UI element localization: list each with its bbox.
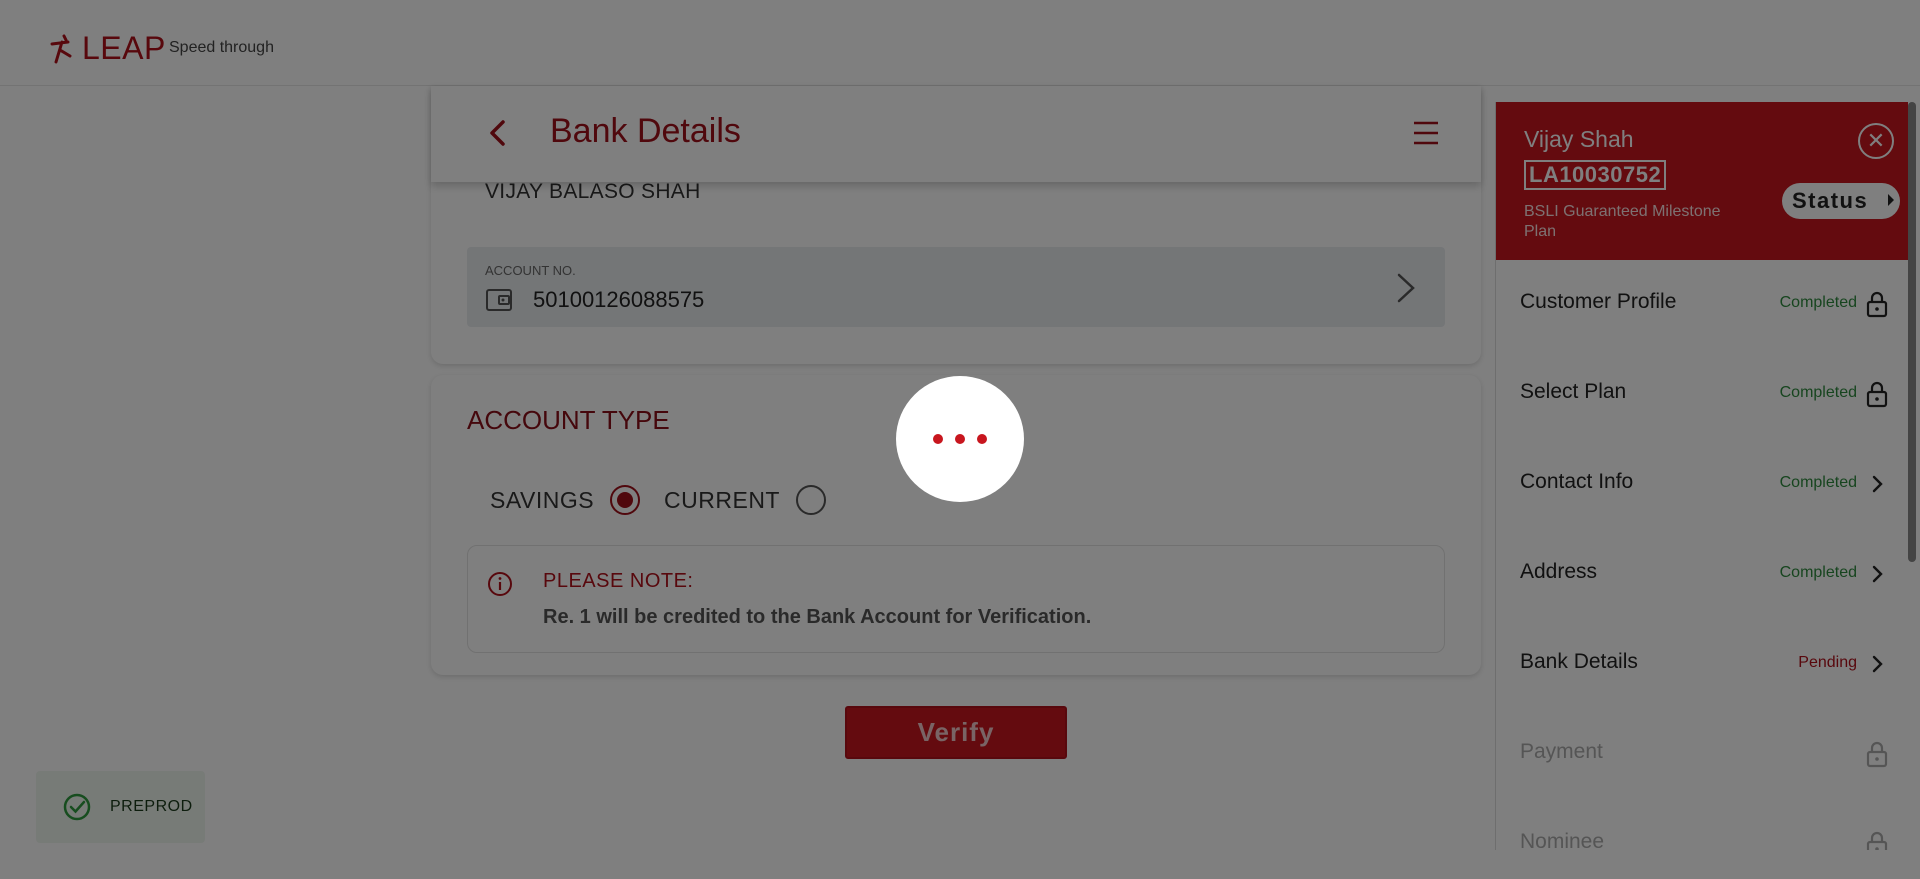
loading-dot bbox=[955, 434, 965, 444]
loading-dot bbox=[977, 434, 987, 444]
loading-spinner bbox=[896, 376, 1024, 502]
loading-dot bbox=[933, 434, 943, 444]
